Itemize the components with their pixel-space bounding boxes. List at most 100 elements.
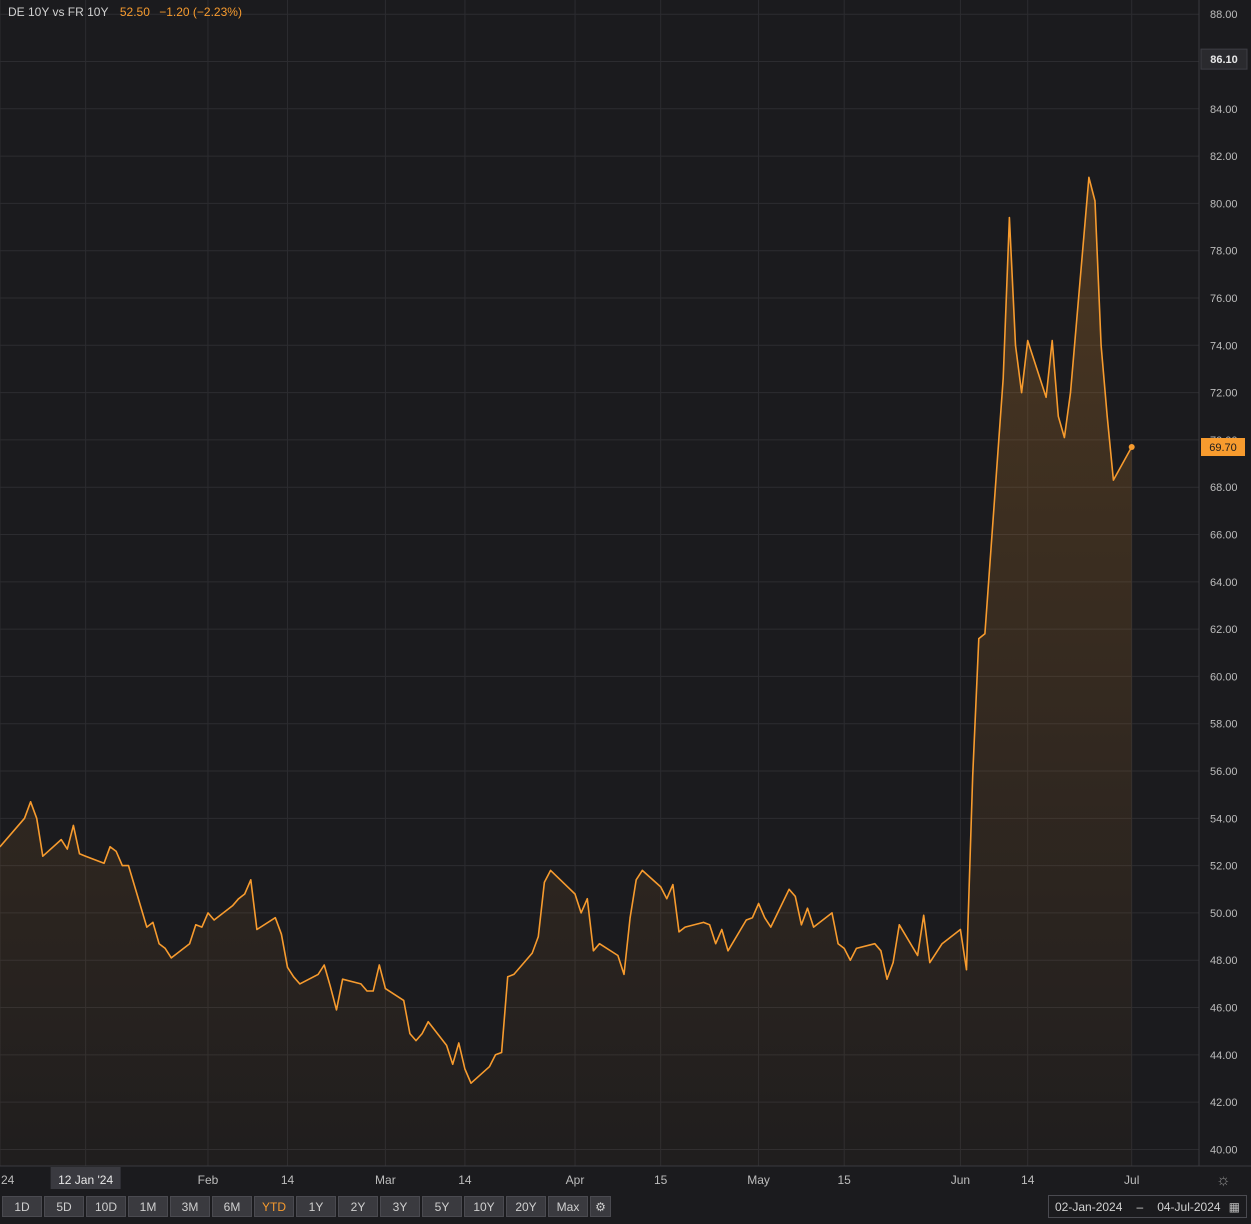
header-value: 52.50 <box>119 5 150 19</box>
data-point <box>36 817 38 819</box>
data-point <box>286 966 289 968</box>
data-point <box>158 943 160 945</box>
data-point <box>898 924 900 926</box>
data-point <box>806 907 809 909</box>
data-point <box>641 869 643 871</box>
chart-area[interactable]: 40.00 42.00 44.00 46.00 48.00 50.00 52.00 54.00… <box>0 0 1251 1224</box>
data-point <box>85 855 87 857</box>
data-point <box>501 1051 503 1054</box>
data-point <box>629 917 631 919</box>
last-point-marker <box>1128 444 1135 451</box>
data-point <box>195 924 197 926</box>
data-point <box>329 985 331 987</box>
range-toolbar: 1D 5D 10D 1M 3M 6M YTD 1Y 2Y 3Y 5Y 10Y 20Y Max ⚙ <box>2 1196 611 1217</box>
range-button-1y[interactable]: 1Y <box>296 1196 336 1217</box>
data-point <box>1008 216 1010 219</box>
data-point <box>709 924 711 926</box>
y-tick-label: 60.00 <box>1210 671 1238 683</box>
crosshair-value-label: 86.10 <box>1210 54 1238 66</box>
range-button-max[interactable]: Max <box>548 1196 588 1217</box>
x-tick-label: Jun <box>951 1173 970 1187</box>
data-point <box>843 947 845 950</box>
header-change: −1.20 (−2.23%) <box>159 5 242 19</box>
range-button-6m[interactable]: 6M <box>212 1196 252 1217</box>
x-tick-label: 15 <box>654 1173 668 1187</box>
date-range-start[interactable]: 02-Jan-2024 <box>1055 1200 1122 1214</box>
data-point <box>29 801 32 803</box>
calendar-icon[interactable]: ▦ <box>1229 1200 1240 1214</box>
range-button-2y[interactable]: 2Y <box>338 1196 378 1217</box>
data-point <box>574 893 576 895</box>
range-button-3m[interactable]: 3M <box>170 1196 210 1217</box>
data-point <box>189 943 191 945</box>
data-point <box>115 850 117 853</box>
y-tick-label: 82.00 <box>1210 151 1238 163</box>
x-tick-label: 14 <box>281 1173 295 1187</box>
data-point <box>935 952 937 954</box>
theme-toggle-icon[interactable]: ☼ <box>1216 1172 1231 1190</box>
data-point <box>715 943 717 945</box>
data-point <box>941 943 943 945</box>
data-point <box>366 990 368 992</box>
data-point <box>892 962 894 964</box>
instrument-title: DE 10Y vs FR 10Y <box>8 5 109 19</box>
data-point <box>513 973 515 976</box>
range-button-10d[interactable]: 10D <box>86 1196 126 1217</box>
data-point <box>635 879 637 881</box>
data-point <box>452 1063 454 1065</box>
chart-header: DE 10Y vs FR 10Y 52.50 −1.20 (−2.23%) <box>8 5 242 19</box>
gear-icon[interactable]: ⚙ <box>590 1196 611 1217</box>
data-point <box>72 824 75 827</box>
data-point <box>972 775 974 777</box>
data-point <box>415 1040 417 1042</box>
range-button-5y[interactable]: 5Y <box>422 1196 462 1217</box>
range-button-1m[interactable]: 1M <box>128 1196 168 1217</box>
data-point <box>1106 415 1108 417</box>
y-tick-label: 66.00 <box>1210 530 1238 542</box>
data-point <box>684 926 686 928</box>
data-point <box>103 862 105 864</box>
y-tick-label: 76.00 <box>1210 293 1238 305</box>
crosshair-date-label: 12 Jan '24 <box>58 1173 113 1187</box>
data-point <box>917 954 919 957</box>
data-point <box>800 924 802 926</box>
data-point <box>855 947 858 950</box>
data-point <box>250 879 252 881</box>
y-tick-label: 44.00 <box>1210 1050 1238 1062</box>
range-button-20y[interactable]: 20Y <box>506 1196 546 1217</box>
x-tick-label: Apr <box>566 1173 585 1187</box>
range-button-5d[interactable]: 5D <box>44 1196 84 1217</box>
series-area <box>0 177 1132 1166</box>
data-point <box>470 1082 472 1084</box>
data-point <box>152 921 154 923</box>
range-button-1d[interactable]: 1D <box>2 1196 42 1217</box>
y-tick-label: 80.00 <box>1210 198 1238 210</box>
range-button-3y[interactable]: 3Y <box>380 1196 420 1217</box>
y-tick-label: 62.00 <box>1210 624 1238 636</box>
data-point <box>592 950 594 952</box>
data-point <box>164 947 166 950</box>
date-range-picker[interactable]: 02-Jan-2024 – 04-Jul-2024 ▦ <box>1048 1195 1247 1218</box>
y-tick-label: 46.00 <box>1210 1003 1238 1015</box>
data-point <box>299 983 301 985</box>
data-point <box>598 943 601 945</box>
date-range-end[interactable]: 04-Jul-2024 <box>1157 1200 1220 1214</box>
data-point <box>507 976 509 978</box>
y-tick-label: 50.00 <box>1210 908 1238 920</box>
x-tick-label: Mar <box>375 1173 396 1187</box>
data-point <box>293 976 295 978</box>
range-button-10y[interactable]: 10Y <box>464 1196 504 1217</box>
y-tick-label: 64.00 <box>1210 577 1238 589</box>
data-point <box>965 969 968 971</box>
data-point <box>146 926 148 928</box>
y-tick-label: 40.00 <box>1210 1144 1238 1156</box>
data-point <box>317 973 319 976</box>
data-point <box>880 950 882 952</box>
data-point <box>256 928 258 931</box>
data-point <box>813 926 815 928</box>
data-point <box>886 978 888 980</box>
data-point <box>702 921 705 923</box>
range-button-ytd[interactable]: YTD <box>254 1196 294 1217</box>
data-point <box>1002 377 1004 380</box>
data-point <box>678 931 680 933</box>
